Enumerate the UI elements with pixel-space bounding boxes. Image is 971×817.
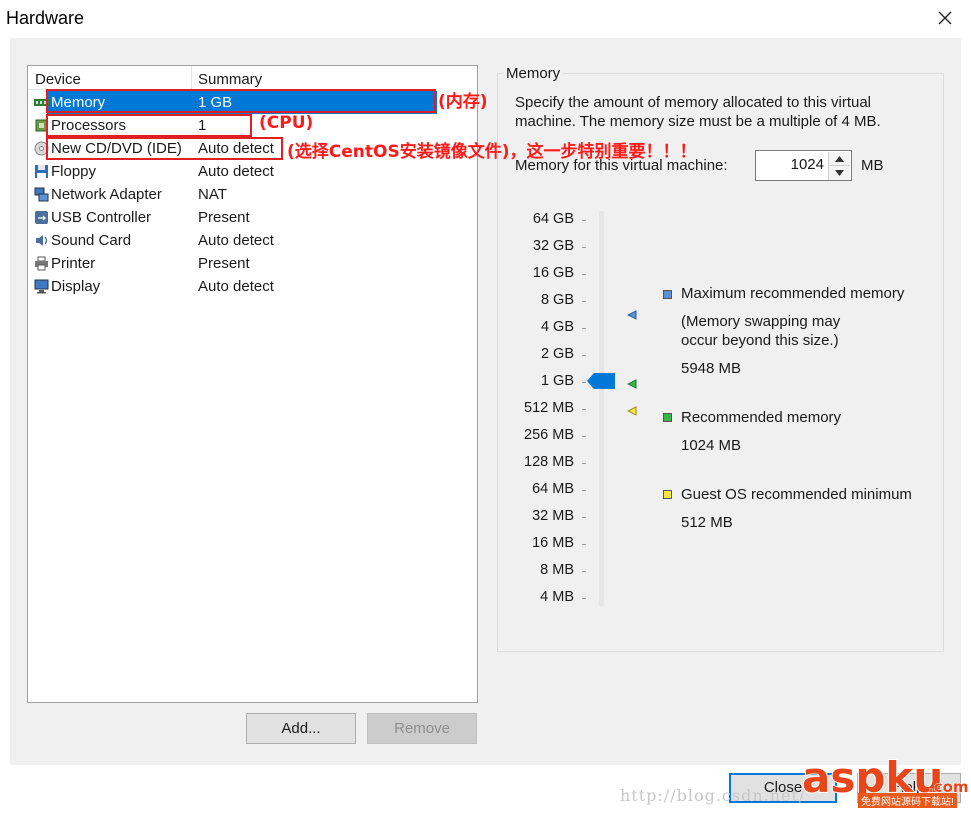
network-adapter-icon: [34, 187, 49, 202]
max-recommended-note-2: occur beyond this size.): [681, 332, 839, 349]
scale-tick: [582, 220, 586, 221]
close-icon[interactable]: [930, 5, 960, 33]
scale-label: 64 MB: [532, 481, 574, 497]
memory-value[interactable]: 1024: [791, 156, 824, 173]
scale-label: 32 GB: [532, 238, 574, 254]
scale-label: 16 MB: [532, 535, 574, 551]
device-summary: Auto detect: [198, 232, 274, 249]
scale-label: 4 GB: [540, 319, 574, 335]
memory-group-title: Memory: [503, 65, 564, 82]
recommended-value: 1024 MB: [681, 437, 742, 454]
guest-min-value: 512 MB: [681, 514, 733, 531]
column-divider[interactable]: [191, 66, 192, 90]
memory-for-vm-label: Memory for this virtual machine:: [515, 157, 728, 174]
memory-description: Specify the amount of memory allocated t…: [515, 94, 881, 130]
device-row-floppy[interactable]: Floppy Auto detect: [28, 160, 477, 183]
window-title: Hardware: [6, 8, 85, 28]
device-label: Floppy: [51, 163, 97, 180]
scale-label: 2 GB: [540, 346, 574, 362]
scale-label: 16 GB: [532, 265, 574, 281]
memory-slider-thumb[interactable]: [587, 373, 615, 389]
device-row-printer[interactable]: Printer Present: [28, 252, 477, 275]
max-recommended-square-icon: [663, 290, 672, 299]
scale-label: 256 MB: [524, 427, 574, 443]
device-summary: Present: [198, 209, 250, 226]
scale-label: 512 MB: [524, 400, 574, 416]
floppy-icon: [34, 164, 49, 179]
scale-tick: [582, 274, 586, 275]
guest-min-square-icon: [663, 490, 672, 499]
device-label: USB Controller: [51, 209, 152, 226]
device-label: Network Adapter: [51, 186, 162, 203]
scale-label: 8 MB: [540, 562, 574, 578]
device-label: Display: [51, 278, 101, 295]
guest-min-marker-icon: [626, 403, 637, 416]
scale-tick: [582, 247, 586, 248]
scale-label: 8 GB: [540, 292, 574, 308]
memory-slider-track[interactable]: [599, 211, 604, 606]
max-recommended-note-1: (Memory swapping may: [681, 313, 841, 330]
device-label: Printer: [51, 255, 96, 272]
scale-tick: [582, 490, 586, 491]
spin-down-icon[interactable]: [828, 166, 850, 180]
annotation-cpu: (CPU): [259, 113, 314, 133]
device-summary: Auto detect: [198, 278, 274, 295]
scale-tick: [582, 301, 586, 302]
scale-tick: [582, 517, 586, 518]
scale-label: 1 GB: [540, 373, 574, 389]
scale-tick: [582, 382, 586, 383]
printer-icon: [34, 256, 49, 271]
watermark-subtitle: 免费网站源码下载站!: [858, 793, 957, 808]
scale-tick: [582, 571, 586, 572]
recommended-marker-icon: [626, 376, 637, 389]
memory-unit: MB: [861, 157, 884, 174]
device-row-display[interactable]: Display Auto detect: [28, 275, 477, 298]
guest-min-title: Guest OS recommended minimum: [681, 486, 912, 503]
scale-label: 32 MB: [532, 508, 574, 524]
annotation-box-memory: [46, 89, 436, 113]
title-bar: Hardware: [0, 0, 971, 38]
device-summary: Auto detect: [198, 163, 274, 180]
device-row-sound-card[interactable]: Sound Card Auto detect: [28, 229, 477, 252]
remove-button[interactable]: Remove: [367, 713, 477, 744]
scale-label: 128 MB: [524, 454, 574, 470]
list-header: Device Summary: [28, 66, 437, 90]
recommended-square-icon: [663, 413, 672, 422]
scale-tick: [582, 598, 586, 599]
column-header-device[interactable]: Device: [35, 71, 81, 88]
scale-tick: [582, 355, 586, 356]
spin-up-icon[interactable]: [828, 152, 850, 166]
scale-tick: [582, 544, 586, 545]
max-recommended-title: Maximum recommended memory: [681, 285, 905, 302]
memory-spinbox[interactable]: 1024: [755, 150, 852, 181]
scale-tick: [582, 328, 586, 329]
display-icon: [34, 279, 49, 294]
add-button[interactable]: Add...: [246, 713, 356, 744]
sound-card-icon: [34, 233, 49, 248]
scale-tick: [582, 436, 586, 437]
recommended-title: Recommended memory: [681, 409, 842, 426]
annotation-box-cd: [46, 137, 283, 160]
device-summary: Present: [198, 255, 250, 272]
scale-label: 64 GB: [532, 211, 574, 227]
device-row-usb-controller[interactable]: USB Controller Present: [28, 206, 477, 229]
annotation-box-cpu: [46, 114, 252, 137]
device-label: Sound Card: [51, 232, 132, 249]
scale-label: 4 MB: [540, 589, 574, 605]
max-recommended-value: 5948 MB: [681, 360, 742, 377]
watermark-url: http://blog.csdn.net/: [620, 786, 806, 805]
column-header-summary[interactable]: Summary: [198, 71, 262, 88]
max-recommended-marker-icon: [626, 307, 637, 320]
device-summary: NAT: [198, 186, 227, 203]
annotation-memory: (内存): [438, 92, 488, 112]
scale-tick: [582, 409, 586, 410]
device-row-network-adapter[interactable]: Network Adapter NAT: [28, 183, 477, 206]
usb-icon: [34, 210, 49, 225]
scale-tick: [582, 463, 586, 464]
